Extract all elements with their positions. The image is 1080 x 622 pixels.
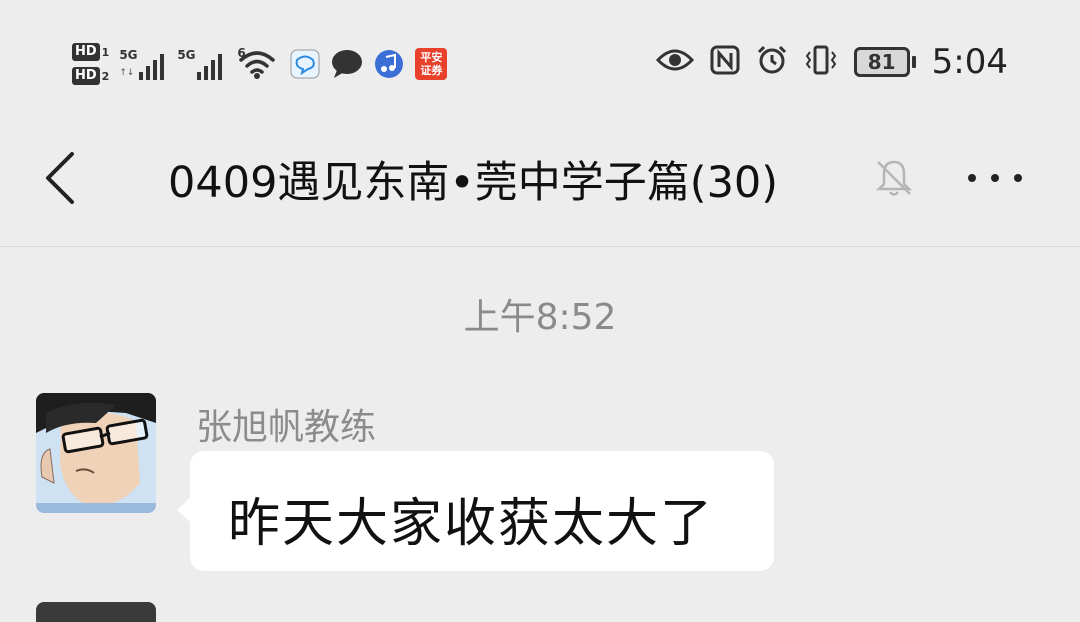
back-button[interactable]: [36, 140, 92, 216]
pingan-securities-app-icon: 平安 证券: [415, 48, 448, 80]
alarm-icon: [756, 44, 788, 80]
chat-title: 0409遇见东南•莞中学子篇(30): [168, 158, 779, 208]
status-left: HD 1 HD 2 5G ↑↓ 5G 6 平安 证券: [72, 34, 457, 94]
signal-2-bars: [197, 54, 223, 80]
muted-bell-icon: [870, 154, 918, 202]
vibrate-icon: [804, 44, 838, 80]
signal-1-bars: [139, 54, 165, 80]
sim2-number: 2: [101, 69, 110, 83]
message-text: 昨天大家收获太大了: [228, 494, 715, 554]
status-right: 81 5:04: [655, 40, 1008, 84]
glasses-avatar-icon: [36, 393, 156, 513]
message-timestamp: 上午8:52: [463, 297, 617, 338]
network2-label: 5G: [177, 48, 196, 62]
sim1-hd-label: HD: [72, 43, 100, 61]
music-app-icon: [373, 48, 405, 80]
sender-avatar[interactable]: [36, 393, 156, 513]
signal-1-icon: 5G ↑↓: [119, 44, 171, 84]
chat-title-bar: 0409遇见东南•莞中学子篇(30): [0, 110, 1080, 247]
sim2-hd-label: HD: [72, 67, 100, 85]
signal-1-arrows: ↑↓: [119, 68, 135, 78]
wifi-gen-label: 6: [237, 46, 246, 60]
chevron-left-icon: [46, 152, 74, 204]
sim2-indicator: HD 2: [72, 67, 109, 85]
pingan-text-top: 平安: [420, 51, 443, 64]
battery-level: 81: [853, 47, 910, 77]
message-bubble[interactable]: 昨天大家收获太大了: [177, 451, 774, 571]
sim1-number: 1: [101, 45, 110, 59]
sim1-indicator: HD 1: [72, 43, 109, 61]
chat-bubble-app-icon: [289, 48, 321, 80]
status-bar: HD 1 HD 2 5G ↑↓ 5G 6 平安 证券 81 5:04: [0, 0, 1080, 110]
network1-label: 5G: [119, 48, 138, 62]
sender-name: 张旭帆教练: [196, 407, 377, 448]
eye-icon: [655, 48, 694, 76]
next-message-avatar[interactable]: [36, 602, 156, 622]
nfc-icon: [710, 45, 740, 79]
more-dots-icon: [968, 174, 1022, 182]
pingan-text-bottom: 证券: [420, 64, 443, 77]
wifi-icon: 6: [235, 46, 279, 80]
message-app-icon: [331, 48, 363, 80]
more-button[interactable]: [960, 154, 1030, 202]
sim-indicators: HD 1 HD 2: [72, 43, 109, 85]
status-clock: 5:04: [931, 42, 1008, 82]
battery-icon: 81: [853, 47, 916, 77]
signal-2-icon: 5G: [177, 44, 229, 84]
